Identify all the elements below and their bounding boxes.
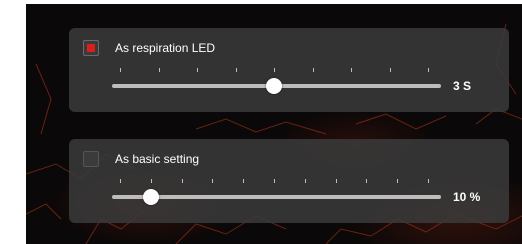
slider-tick <box>150 179 152 183</box>
slider-tick <box>428 68 429 72</box>
slider-tick <box>197 68 198 72</box>
slider-tick <box>389 68 391 72</box>
slider-tick <box>158 68 160 72</box>
respiration-slider-thumb[interactable] <box>266 78 282 94</box>
basic-slider-thumb[interactable] <box>142 189 159 205</box>
basic-slider-ticks <box>69 139 509 223</box>
slider-tick <box>120 179 121 183</box>
respiration-slider-ticks <box>69 28 509 112</box>
slider-tick <box>181 179 183 183</box>
respiration-led-panel: As respiration LED 3 S <box>69 28 509 112</box>
basic-setting-panel: As basic setting 10 % <box>69 139 509 223</box>
slider-tick <box>304 179 306 183</box>
basic-slider-value: 10 % <box>453 190 481 204</box>
slider-tick <box>120 68 121 72</box>
slider-tick <box>235 68 237 72</box>
slider-tick <box>274 68 275 72</box>
slider-tick <box>243 179 245 183</box>
slider-tick <box>428 179 429 183</box>
slider-tick <box>335 179 337 183</box>
led-settings-window: As respiration LED 3 S As basic setting … <box>26 4 522 244</box>
respiration-slider-value: 3 S <box>453 79 472 93</box>
slider-tick <box>351 68 352 72</box>
slider-tick <box>212 179 214 183</box>
slider-tick <box>366 179 368 183</box>
slider-tick <box>274 179 275 183</box>
basic-slider-track[interactable] <box>112 195 441 199</box>
slider-tick <box>312 68 314 72</box>
slider-tick <box>397 179 399 183</box>
